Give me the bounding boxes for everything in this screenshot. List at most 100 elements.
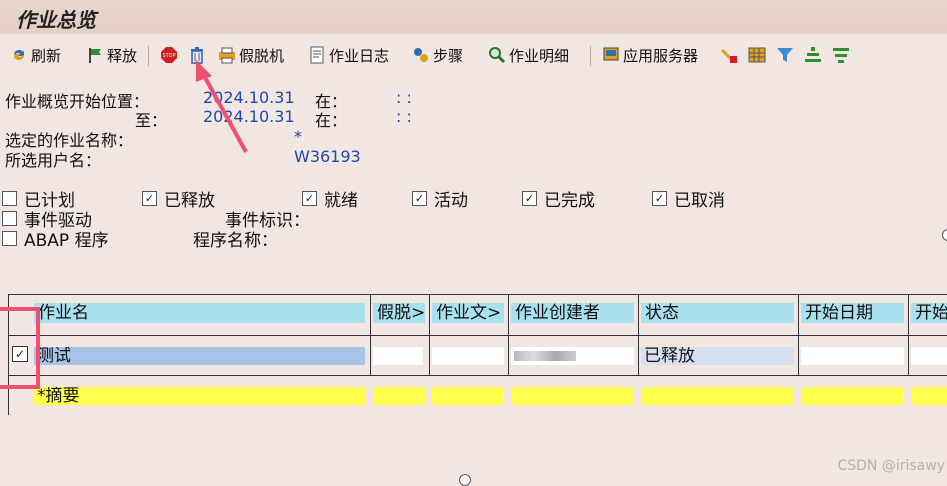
summary-cell — [373, 387, 425, 405]
status-finished[interactable]: ✓ 已完成 — [522, 186, 595, 211]
checkbox[interactable] — [2, 231, 17, 246]
status-ready-label: 就绪 — [324, 191, 358, 211]
stop-icon: STOP — [160, 46, 178, 64]
status-released-label: 已释放 — [164, 191, 215, 211]
to-time-value: : : — [396, 107, 412, 126]
header-start-date[interactable]: 开始日期 — [801, 303, 904, 323]
row-start-time[interactable] — [911, 347, 947, 365]
stop-icon-text: STOP — [162, 53, 175, 59]
row-job-name[interactable]: 测试 — [34, 347, 365, 365]
header-job-name[interactable]: 作业名 — [34, 303, 365, 323]
refresh-icon — [10, 46, 28, 64]
row-creator[interactable] — [511, 347, 634, 365]
job-detail-button[interactable]: 作业明细 — [488, 42, 569, 68]
job-detail-label: 作业明细 — [509, 46, 570, 65]
steps-icon — [412, 46, 430, 64]
row-divider — [9, 335, 947, 336]
row-divider — [9, 375, 947, 376]
sort-icon — [720, 46, 738, 64]
summary-label: *摘要 — [34, 387, 365, 405]
refresh-button[interactable]: 刷新 — [10, 42, 61, 68]
page-title: 作业总览 — [16, 8, 96, 32]
app-server-button[interactable]: 应用服务器 — [602, 42, 698, 68]
subtotal-button[interactable] — [832, 42, 853, 68]
steps-label: 步骤 — [433, 46, 464, 65]
watermark: CSDN @irisawy — [837, 458, 945, 474]
checkbox[interactable]: ✓ — [652, 191, 667, 206]
program-name-label: 程序名称： — [193, 231, 278, 251]
server-icon — [602, 46, 620, 64]
summary-cell — [432, 387, 504, 405]
user-name-label: 所选用户名： — [5, 151, 102, 170]
row-spool[interactable] — [373, 347, 423, 365]
filter-icon — [776, 46, 794, 64]
status-finished-label: 已完成 — [544, 191, 595, 211]
summary-cell — [911, 387, 947, 405]
toolbar-separator — [590, 46, 591, 66]
refresh-label: 刷新 — [31, 46, 62, 65]
job-name-value: * — [294, 127, 302, 146]
checkbox[interactable] — [2, 191, 17, 206]
abap-program[interactable]: ABAP 程序 — [2, 226, 109, 251]
job-log-button[interactable]: 作业日志 — [308, 42, 389, 68]
total-icon — [804, 46, 822, 64]
release-label: 释放 — [107, 46, 138, 65]
col-divider — [908, 295, 909, 375]
log-icon — [308, 46, 326, 64]
row-job-doc[interactable] — [432, 347, 504, 365]
filter-button[interactable] — [776, 42, 797, 68]
annotation-arrow — [196, 60, 248, 153]
flag-icon — [86, 46, 104, 64]
col-divider — [429, 295, 430, 375]
row-start-date[interactable] — [801, 347, 904, 365]
status-active-label: 活动 — [434, 191, 468, 211]
status-active[interactable]: ✓ 活动 — [412, 186, 468, 211]
checkbox[interactable]: ✓ — [142, 191, 157, 206]
status-cancelled-label: 已取消 — [674, 191, 725, 211]
total-button[interactable] — [804, 42, 825, 68]
checkbox[interactable]: ✓ — [412, 191, 427, 206]
sort-button[interactable] — [720, 42, 741, 68]
magnifier-icon — [488, 46, 506, 64]
toolbar: 刷新 释放 STOP 假脱机 作业日志 步骤 作业明细 应用服务器 — [0, 38, 947, 72]
blurred-creator — [514, 351, 576, 361]
summary-cell — [641, 387, 794, 405]
status-ready[interactable]: ✓ 就绪 — [302, 186, 358, 211]
grid-icon — [748, 46, 766, 64]
job-table: 作业名 假脱> 作业文> 作业创建者 状态 开始日期 开始 ✓ 测试 已释放 *… — [8, 294, 947, 415]
right-scroll-handle[interactable] — [942, 229, 947, 241]
checkbox[interactable] — [2, 211, 17, 226]
header-spool[interactable]: 假脱> — [373, 303, 425, 323]
col-divider — [508, 295, 509, 375]
checkbox[interactable]: ✓ — [522, 191, 537, 206]
checkbox[interactable]: ✓ — [302, 191, 317, 206]
layout-button[interactable] — [748, 42, 769, 68]
toolbar-separator — [148, 46, 149, 66]
to-at-label: 在： — [315, 111, 348, 130]
header-job-doc[interactable]: 作业文> — [432, 303, 504, 323]
row-status[interactable]: 已释放 — [641, 347, 794, 365]
col-divider — [638, 295, 639, 375]
col-divider — [798, 295, 799, 375]
abap-program-label: ABAP 程序 — [24, 231, 109, 251]
status-released[interactable]: ✓ 已释放 — [142, 186, 215, 211]
subtotal-icon — [832, 46, 850, 64]
release-button[interactable]: 释放 — [86, 42, 137, 68]
title-bar: 作业总览 — [0, 0, 947, 34]
steps-button[interactable]: 步骤 — [412, 42, 463, 68]
scroll-handle[interactable] — [459, 474, 471, 486]
to-label: 至： — [135, 111, 168, 130]
header-creator[interactable]: 作业创建者 — [511, 303, 634, 323]
stop-button[interactable]: STOP — [160, 42, 181, 68]
header-status[interactable]: 状态 — [641, 303, 794, 323]
user-name-value: W36193 — [294, 147, 361, 166]
app-server-label: 应用服务器 — [623, 46, 699, 65]
highlight-box — [0, 307, 40, 389]
start-position-label: 作业概览开始位置： — [5, 92, 150, 111]
summary-cell — [511, 387, 634, 405]
start-time-value: : : — [396, 88, 412, 107]
status-cancelled[interactable]: ✓ 已取消 — [652, 186, 725, 211]
header-start-time[interactable]: 开始 — [911, 303, 947, 323]
job-log-label: 作业日志 — [329, 46, 390, 65]
summary-cell — [801, 387, 904, 405]
